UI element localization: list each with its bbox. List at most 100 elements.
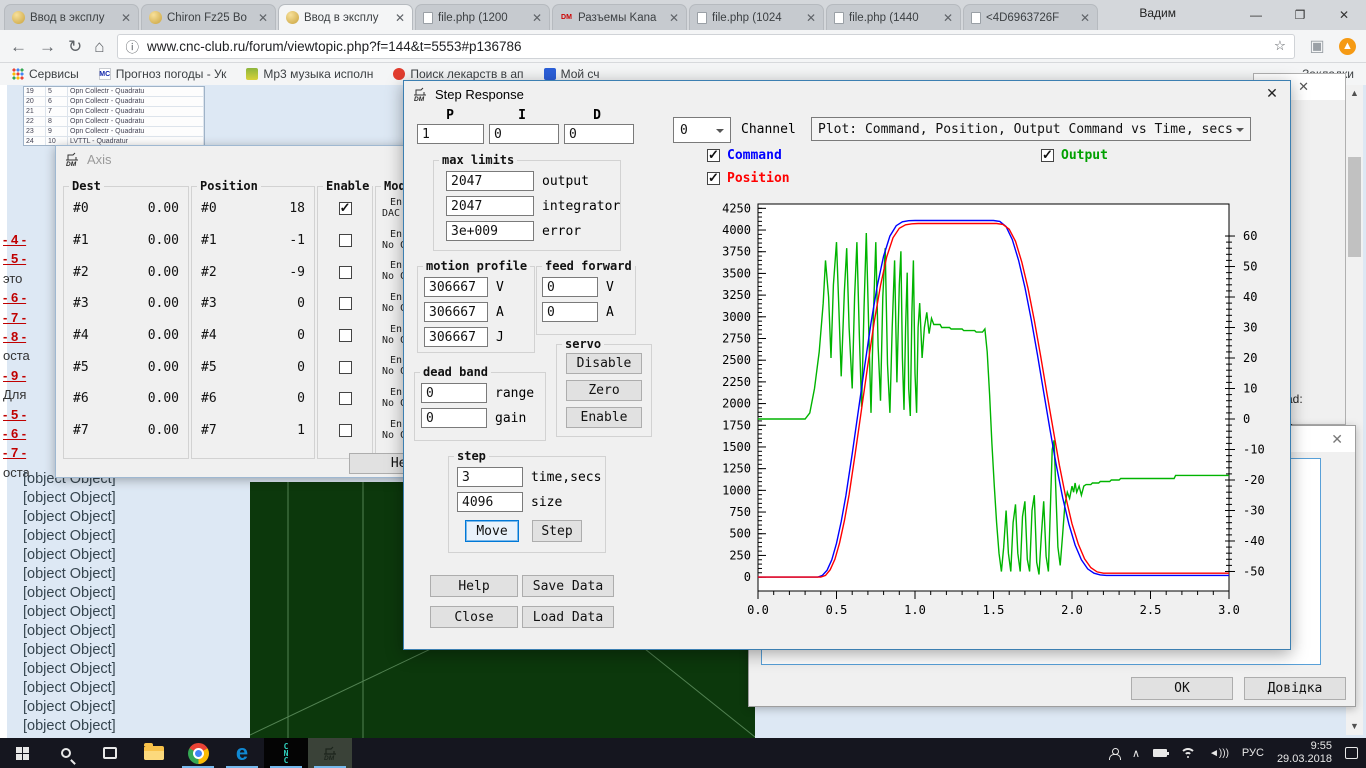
bookmark-item[interactable]: Мой сч xyxy=(544,67,600,81)
tab-close-icon[interactable]: ✕ xyxy=(943,11,953,25)
kmotion-taskbar-button[interactable]: DM xyxy=(308,738,352,768)
step-titlebar[interactable]: DM Step Response xyxy=(404,81,1290,107)
tab-close-icon[interactable]: ✕ xyxy=(395,11,405,25)
bookmark-item[interactable]: Поиск лекарств в ап xyxy=(393,67,523,81)
browser-tab[interactable]: DM Разъемы Kana ✕ xyxy=(552,4,687,30)
servo-button[interactable]: Zero xyxy=(566,380,642,401)
enable-checkbox[interactable] xyxy=(339,297,352,310)
close-icon[interactable]: ✕ xyxy=(1331,431,1343,448)
home-icon[interactable]: ⌂ xyxy=(94,38,104,55)
forum-link[interactable]: это xyxy=(3,269,63,288)
profile-field[interactable] xyxy=(424,302,488,322)
close-dialog-button[interactable]: Close xyxy=(430,606,518,628)
orange-extension-icon[interactable]: ▲ xyxy=(1339,38,1356,55)
chrome-taskbar-button[interactable] xyxy=(176,738,220,768)
forum-link[interactable]: Для xyxy=(3,385,63,404)
wifi-icon[interactable] xyxy=(1180,748,1196,759)
servo-button[interactable]: Disable xyxy=(566,353,642,374)
scroll-down-icon[interactable]: ▼ xyxy=(1346,718,1363,735)
browser-tab[interactable]: file.php (1200 ✕ xyxy=(415,4,550,30)
forum-link[interactable]: - 9 - xyxy=(3,366,63,385)
people-icon[interactable] xyxy=(1109,748,1119,758)
limit-field[interactable] xyxy=(446,221,534,241)
move-button[interactable]: Move xyxy=(465,520,519,542)
bookmark-star-icon[interactable]: ☆ xyxy=(1274,38,1286,54)
forum-link[interactable]: - 5 - xyxy=(3,249,63,268)
address-bar[interactable]: ⓘ www.cnc-club.ru/forum/viewtopic.php?f=… xyxy=(117,34,1295,59)
back-icon[interactable]: ← xyxy=(10,38,27,55)
browser-tab[interactable]: Ввод в эксплу ✕ xyxy=(278,4,413,30)
feed-forward-field[interactable] xyxy=(542,302,598,322)
battery-icon[interactable] xyxy=(1153,749,1167,757)
forum-link[interactable]: - 5 - xyxy=(3,405,63,424)
language-indicator[interactable]: РУС xyxy=(1242,747,1264,759)
browser-tab[interactable]: file.php (1024 ✕ xyxy=(689,4,824,30)
action-center-icon[interactable] xyxy=(1345,747,1358,759)
dead-band-field[interactable] xyxy=(421,383,487,403)
p-field[interactable] xyxy=(417,124,484,144)
page-info-icon[interactable]: ⓘ xyxy=(126,36,140,56)
browser-tab[interactable]: file.php (1440 ✕ xyxy=(826,4,961,30)
search-button[interactable] xyxy=(44,738,88,768)
start-button[interactable] xyxy=(0,738,44,768)
browser-tab[interactable]: Ввод в эксплу ✕ xyxy=(4,4,139,30)
step-field[interactable] xyxy=(457,492,523,512)
bookmark-item[interactable]: Мр3 музыка исполн xyxy=(246,67,373,81)
profile-field[interactable] xyxy=(424,277,488,297)
tab-close-icon[interactable]: ✕ xyxy=(121,11,131,25)
command-checkbox[interactable] xyxy=(707,149,720,162)
browser-user-name[interactable]: Вадим xyxy=(1139,6,1176,20)
file-explorer-button[interactable] xyxy=(132,738,176,768)
browser-tab[interactable]: Chiron Fz25 Bo ✕ xyxy=(141,4,276,30)
profile-field[interactable] xyxy=(424,327,488,347)
servo-button[interactable]: Enable xyxy=(566,407,642,428)
enable-checkbox[interactable] xyxy=(339,234,352,247)
forum-link[interactable]: - 7 - xyxy=(3,308,63,327)
ok-button[interactable]: OK xyxy=(1131,677,1233,700)
bookmark-item[interactable]: Сервисы xyxy=(12,67,79,81)
clock[interactable]: 9:55 29.03.2018 xyxy=(1277,740,1332,766)
output-checkbox[interactable] xyxy=(1041,149,1054,162)
step-button[interactable]: Step xyxy=(532,520,582,542)
enable-checkbox[interactable] xyxy=(339,202,352,215)
limit-field[interactable] xyxy=(446,171,534,191)
enable-checkbox[interactable] xyxy=(339,329,352,342)
step-field[interactable] xyxy=(457,467,523,487)
show-hidden-icons[interactable]: ∧ xyxy=(1132,747,1140,760)
save-data-button[interactable]: Save Data xyxy=(522,575,614,597)
volume-icon[interactable]: ◄))) xyxy=(1209,748,1229,759)
channel-select[interactable]: 0 xyxy=(673,117,731,143)
forum-link[interactable]: - 7 - xyxy=(3,443,63,462)
enable-checkbox[interactable] xyxy=(339,266,352,279)
maximize-button[interactable]: ❐ xyxy=(1278,0,1322,30)
scroll-up-icon[interactable]: ▲ xyxy=(1346,85,1363,102)
enable-checkbox[interactable] xyxy=(339,392,352,405)
browser-tab[interactable]: <4D6963726F ✕ xyxy=(963,4,1098,30)
task-view-button[interactable] xyxy=(88,738,132,768)
tab-close-icon[interactable]: ✕ xyxy=(1080,11,1090,25)
forum-link[interactable]: - 6 - xyxy=(3,288,63,307)
load-data-button[interactable]: Load Data xyxy=(522,606,614,628)
reload-icon[interactable]: ↻ xyxy=(68,38,82,55)
forum-link[interactable]: - 4 - xyxy=(3,230,63,249)
tab-close-icon[interactable]: ✕ xyxy=(806,11,816,25)
forum-link[interactable]: - 6 - xyxy=(3,424,63,443)
close-icon[interactable]: ✕ xyxy=(1298,79,1309,95)
limit-field[interactable] xyxy=(446,196,534,216)
close-button[interactable]: ✕ xyxy=(1322,0,1366,30)
close-icon[interactable]: ✕ xyxy=(1256,83,1288,104)
enable-checkbox[interactable] xyxy=(339,424,352,437)
extension-icon[interactable]: ▣ xyxy=(1307,36,1327,56)
dead-band-field[interactable] xyxy=(421,408,487,428)
bookmark-item[interactable]: МС Прогноз погоды - Ук xyxy=(99,67,227,81)
tab-close-icon[interactable]: ✕ xyxy=(258,11,268,25)
forum-link[interactable]: - 8 - xyxy=(3,327,63,346)
forum-link[interactable]: оста xyxy=(3,346,63,365)
help-button-ua[interactable]: Довідка xyxy=(1244,677,1346,700)
i-field[interactable] xyxy=(489,124,559,144)
minimize-button[interactable]: — xyxy=(1234,0,1278,30)
position-checkbox[interactable] xyxy=(707,172,720,185)
edge-taskbar-button[interactable]: e xyxy=(220,738,264,768)
help-button[interactable]: Help xyxy=(430,575,518,597)
url-text[interactable]: www.cnc-club.ru/forum/viewtopic.php?f=14… xyxy=(147,39,1266,54)
